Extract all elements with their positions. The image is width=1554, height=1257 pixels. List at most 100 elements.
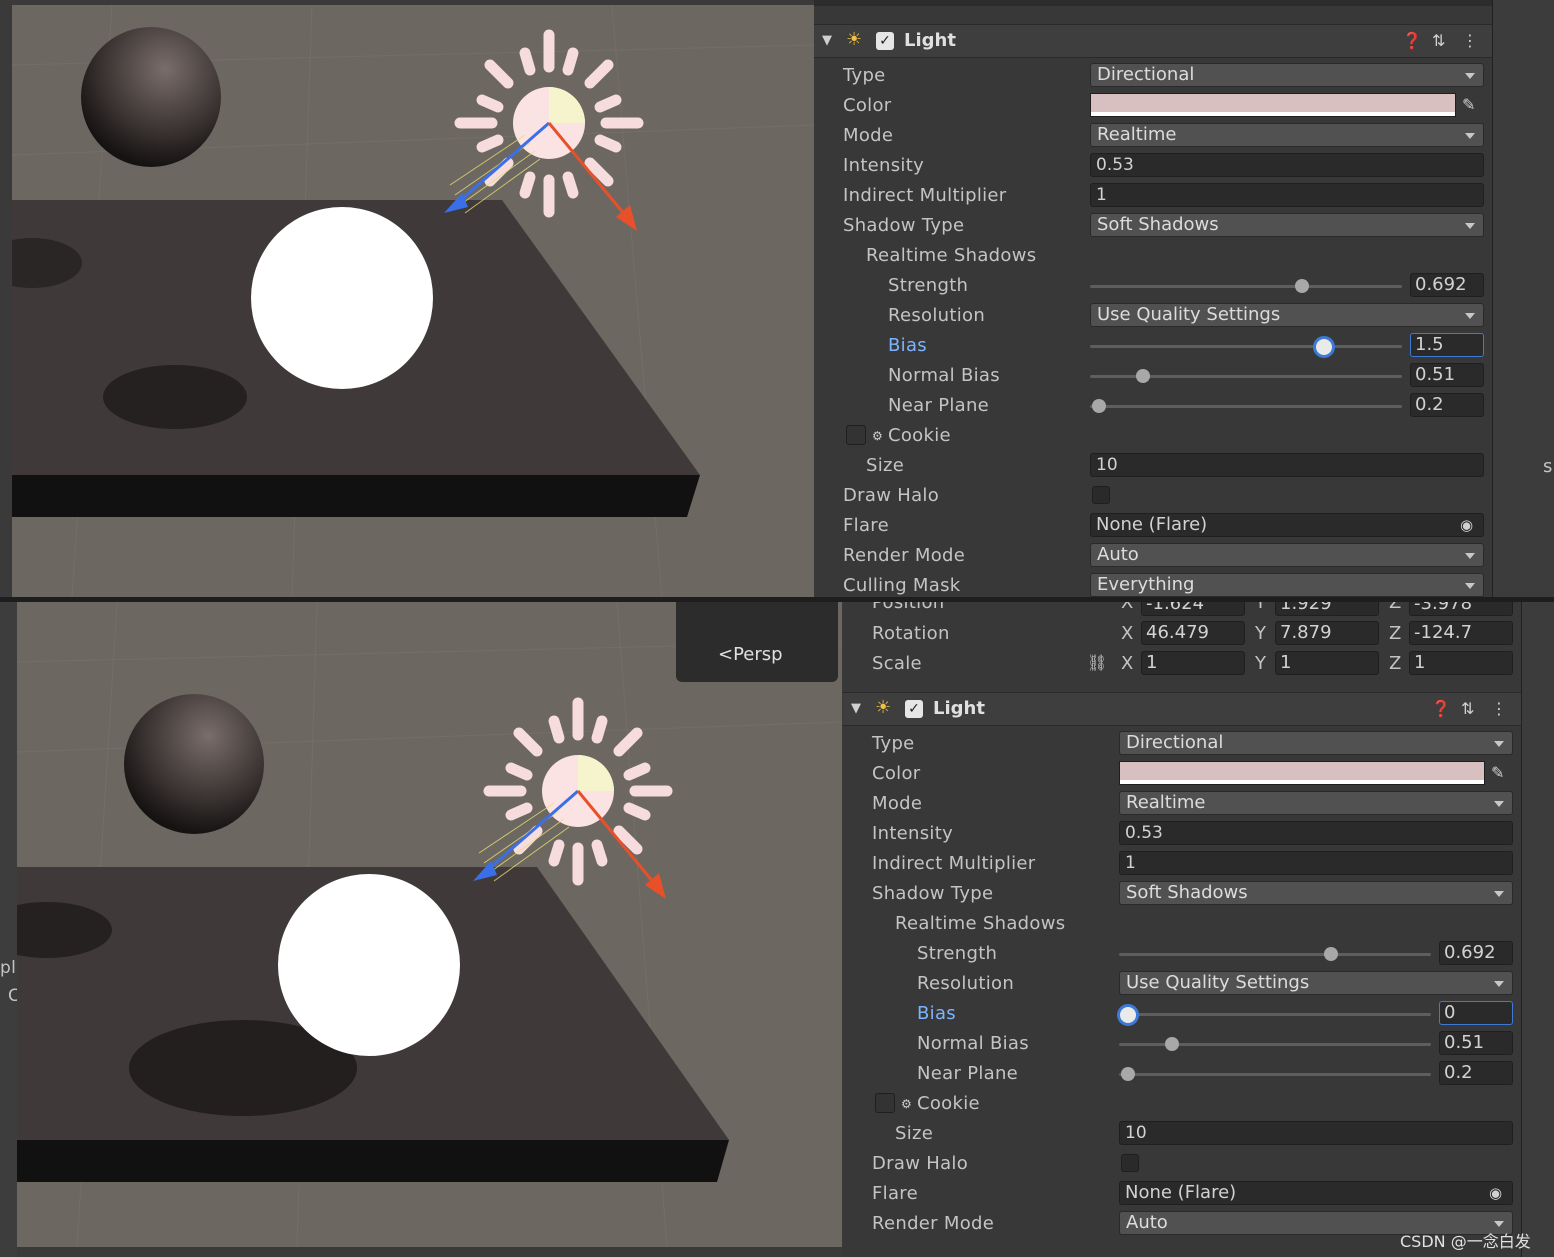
indirect-multiplier-field[interactable]: 1 [1119, 851, 1513, 875]
position-z-field[interactable]: -3.978 [1409, 602, 1513, 616]
render-mode-dropdown[interactable]: Auto [1090, 543, 1484, 567]
near-plane-slider-knob[interactable] [1092, 399, 1107, 413]
bias-slider-track[interactable] [1119, 1013, 1431, 1016]
type-dropdown[interactable]: Directional [1119, 731, 1513, 755]
shadow-type-dropdown[interactable]: Soft Shadows [1119, 881, 1513, 905]
near-plane-slider-track[interactable] [1090, 405, 1402, 408]
shadow-type-label: Shadow Type [872, 883, 994, 904]
mode-dropdown[interactable]: Realtime [1119, 791, 1513, 815]
near-plane-slider-track[interactable] [1119, 1073, 1431, 1076]
position-x-field[interactable]: -1.624 [1141, 602, 1245, 616]
bias-slider-knob[interactable] [1117, 1004, 1139, 1026]
strength-field[interactable]: 0.692 [1439, 941, 1513, 965]
bias-slider-knob[interactable] [1313, 336, 1335, 358]
normal-bias-slider-knob[interactable] [1165, 1037, 1180, 1051]
intensity-field[interactable]: 0.53 [1090, 153, 1484, 177]
sun-gizmo-icon[interactable] [430, 25, 660, 240]
flare-object-field[interactable]: None (Flare) [1090, 513, 1484, 537]
scene-view-top[interactable] [12, 5, 814, 597]
rotation-y-field[interactable]: 7.879 [1275, 621, 1379, 645]
eyedropper-icon[interactable]: ✎ [1462, 96, 1475, 114]
realtime-shadows-label: Realtime Shadows [866, 245, 1037, 266]
strength-slider-knob[interactable] [1295, 279, 1310, 293]
normal-bias-field[interactable]: 0.51 [1410, 363, 1484, 387]
side-fragment-s: s [1543, 456, 1553, 477]
strength-slider-track[interactable] [1090, 285, 1402, 288]
normal-bias-slider-knob[interactable] [1136, 369, 1151, 383]
scene-view-bottom[interactable] [17, 602, 842, 1247]
bias-field[interactable]: 0 [1439, 1001, 1513, 1025]
normal-bias-label: Normal Bias [917, 1033, 1029, 1054]
preset-icon[interactable]: ⇅ [1461, 700, 1474, 718]
more-menu-icon[interactable]: ⋮ [1462, 32, 1478, 50]
resolution-label: Resolution [888, 305, 986, 326]
more-menu-icon[interactable]: ⋮ [1491, 700, 1507, 718]
strength-field[interactable]: 0.692 [1410, 273, 1484, 297]
component-enabled-checkbox[interactable]: ✓ [905, 700, 923, 718]
sun-gizmo-icon[interactable] [459, 693, 689, 908]
strength-slider-track[interactable] [1119, 953, 1431, 956]
position-y-field[interactable]: 1.929 [1275, 602, 1379, 616]
scale-z-field[interactable]: 1 [1409, 651, 1513, 675]
near-plane-field[interactable]: 0.2 [1439, 1061, 1513, 1085]
draw-halo-checkbox[interactable] [1092, 486, 1110, 504]
foldout-arrow-icon[interactable]: ▼ [851, 700, 861, 718]
foldout-arrow-icon[interactable]: ▼ [822, 32, 832, 50]
type-label: Type [872, 733, 915, 754]
object-picker-icon[interactable]: ◉ [1460, 516, 1473, 534]
eyedropper-icon[interactable]: ✎ [1491, 764, 1504, 782]
culling-mask-dropdown[interactable]: Everything [1090, 573, 1484, 597]
bias-slider-track[interactable] [1090, 345, 1402, 348]
light-component-header[interactable]: ▼ ☀ ✓ Light ❓ ⇅ ⋮ [843, 692, 1521, 726]
scale-y-field[interactable]: 1 [1275, 651, 1379, 675]
resolution-dropdown[interactable]: Use Quality Settings [1119, 971, 1513, 995]
persp-label: Persp [733, 644, 783, 665]
rotation-label: Rotation [872, 623, 950, 644]
chevron-down-icon [1465, 583, 1475, 589]
near-plane-label: Near Plane [917, 1063, 1019, 1084]
cookie-override-checkbox[interactable] [846, 425, 866, 445]
cookie-label: Cookie [917, 1093, 980, 1114]
type-dropdown[interactable]: Directional [1090, 63, 1484, 87]
help-icon[interactable]: ❓ [1402, 32, 1422, 50]
normal-bias-field[interactable]: 0.51 [1439, 1031, 1513, 1055]
chevron-down-icon [1494, 891, 1504, 897]
size-field[interactable]: 10 [1090, 453, 1484, 477]
shadow-type-dropdown[interactable]: Soft Shadows [1090, 213, 1484, 237]
rotation-z-field[interactable]: -124.7 [1409, 621, 1513, 645]
draw-halo-label: Draw Halo [843, 485, 940, 506]
scene-gizmo-box[interactable] [676, 602, 838, 682]
rotation-x-field[interactable]: 46.479 [1141, 621, 1245, 645]
flare-object-field[interactable]: None (Flare) [1119, 1181, 1513, 1205]
culling-mask-label: Culling Mask [843, 575, 961, 596]
bias-field[interactable]: 1.5 [1410, 333, 1484, 357]
indirect-multiplier-field[interactable]: 1 [1090, 183, 1484, 207]
intensity-field[interactable]: 0.53 [1119, 821, 1513, 845]
scale-x-field[interactable]: 1 [1141, 651, 1245, 675]
chevron-down-icon [1494, 1221, 1504, 1227]
near-plane-slider-knob[interactable] [1121, 1067, 1136, 1081]
strength-slider-knob[interactable] [1324, 947, 1339, 961]
cookie-settings-icon: ⚙ [901, 1097, 912, 1111]
axis-y-label: Y [1255, 623, 1267, 644]
object-picker-icon[interactable]: ◉ [1489, 1184, 1502, 1202]
resolution-label: Resolution [917, 973, 1015, 994]
resolution-value: Use Quality Settings [1097, 304, 1281, 325]
draw-halo-checkbox[interactable] [1121, 1154, 1139, 1172]
cookie-override-checkbox[interactable] [875, 1093, 895, 1113]
alpha-strip [1120, 780, 1484, 784]
resolution-dropdown[interactable]: Use Quality Settings [1090, 303, 1484, 327]
near-plane-field[interactable]: 0.2 [1410, 393, 1484, 417]
size-field[interactable]: 10 [1119, 1121, 1513, 1145]
color-swatch[interactable] [1119, 761, 1485, 785]
mode-dropdown[interactable]: Realtime [1090, 123, 1484, 147]
cookie-settings-icon: ⚙ [872, 429, 883, 443]
preset-icon[interactable]: ⇅ [1432, 32, 1445, 50]
persp-toggle[interactable]: <Persp [718, 644, 783, 665]
light-component-header[interactable]: ▼ ☀ ✓ Light ❓ ⇅ ⋮ [814, 24, 1492, 58]
inspector-panel-bottom: Position X -1.624 Y 1.929 Z -3.978 Rotat… [843, 602, 1521, 1257]
component-enabled-checkbox[interactable]: ✓ [876, 32, 894, 50]
help-icon[interactable]: ❓ [1431, 700, 1451, 718]
constrain-proportions-icon[interactable]: ⛓ [1087, 654, 1107, 672]
color-swatch[interactable] [1090, 93, 1456, 117]
